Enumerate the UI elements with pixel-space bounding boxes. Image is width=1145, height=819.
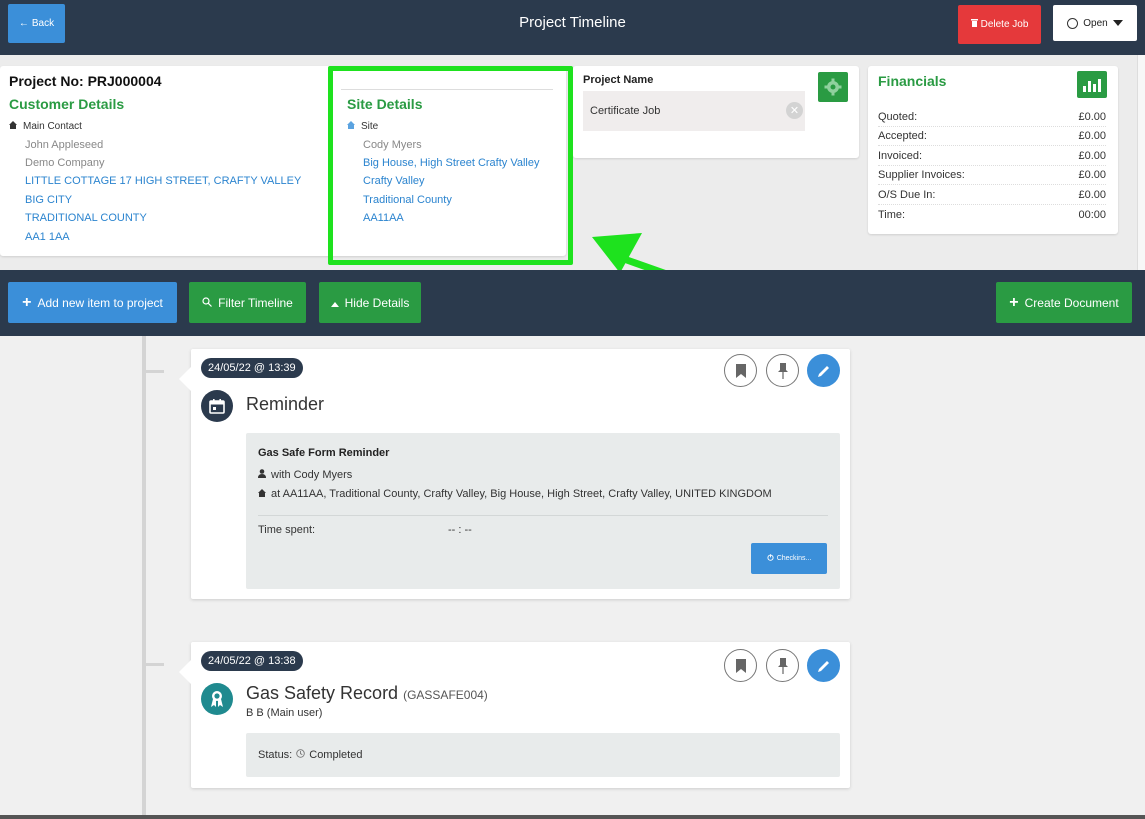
project-number: Project No: PRJ000004 xyxy=(9,73,162,89)
financials-title: Financials xyxy=(878,73,947,89)
date-badge: 24/05/22 @ 13:39 xyxy=(201,358,303,378)
home-icon xyxy=(9,121,17,132)
date-badge: 24/05/22 @ 13:38 xyxy=(201,651,303,671)
fin-row-invoiced: Invoiced: £0.00 xyxy=(878,147,1106,166)
edit-button[interactable] xyxy=(807,354,840,387)
reminder-title: Gas Safe Form Reminder xyxy=(258,447,390,459)
clock-icon xyxy=(296,749,305,761)
fin-row-quoted: Quoted: £0.00 xyxy=(878,108,1106,127)
bookmark-icon xyxy=(735,363,746,378)
customer-county-link[interactable]: TRADITIONAL COUNTY xyxy=(25,212,147,224)
customer-company: Demo Company xyxy=(25,157,105,169)
caret-up-icon xyxy=(330,296,339,310)
status-line: Status: Completed xyxy=(258,749,363,761)
trash-icon xyxy=(970,19,978,30)
add-item-button[interactable]: + Add new item to project xyxy=(8,282,177,323)
status-value: Completed xyxy=(309,749,363,761)
bookmark-icon xyxy=(735,658,746,673)
divider xyxy=(258,515,828,516)
pin-button[interactable] xyxy=(766,649,799,682)
timeline-tick xyxy=(146,663,164,666)
project-name-input[interactable]: Certificate Job xyxy=(583,91,805,131)
filter-timeline-button[interactable]: Filter Timeline xyxy=(189,282,306,323)
item-user: B B (Main user) xyxy=(246,707,323,719)
search-icon xyxy=(202,296,213,310)
gear-icon xyxy=(824,78,842,96)
customer-details-title: Customer Details xyxy=(9,96,125,112)
customer-address-link[interactable]: LITTLE COTTAGE 17 HIGH STREET, CRAFTY VA… xyxy=(25,175,301,187)
item-code: (GASSAFE004) xyxy=(403,688,488,702)
circle-icon xyxy=(1067,17,1079,29)
pin-button[interactable] xyxy=(766,354,799,387)
timeline-line xyxy=(142,336,146,819)
bookmark-button[interactable] xyxy=(724,649,757,682)
bar-chart-icon[interactable] xyxy=(1077,71,1107,98)
main-contact-label: Main Contact xyxy=(9,121,82,132)
site-details-highlight xyxy=(328,66,573,265)
time-spent-label: Time spent: xyxy=(258,524,316,536)
power-icon xyxy=(767,554,774,563)
reminder-location: at AA11AA, Traditional County, Crafty Va… xyxy=(258,488,772,500)
item-title: Gas Safety Record (GASSAFE004) xyxy=(246,683,488,703)
fin-row-time: Time: 00:00 xyxy=(878,208,1106,221)
plus-icon: + xyxy=(1009,293,1019,311)
time-spent-value: -- : -- xyxy=(448,524,472,536)
settings-button[interactable] xyxy=(818,72,848,102)
customer-postcode-link[interactable]: AA1 1AA xyxy=(25,231,70,243)
caret-down-icon xyxy=(1112,20,1123,26)
item-title: Reminder xyxy=(246,394,325,414)
fin-row-supplier-invoices: Supplier Invoices: £0.00 xyxy=(878,166,1106,185)
pencil-icon xyxy=(817,365,829,377)
user-icon xyxy=(258,469,266,481)
pin-icon xyxy=(777,362,788,379)
fin-row-os-due-in: O/S Due In: £0.00 xyxy=(878,186,1106,205)
home-icon xyxy=(258,488,266,500)
pin-icon xyxy=(777,657,788,674)
bookmark-button[interactable] xyxy=(724,354,757,387)
plus-icon: + xyxy=(22,293,32,311)
hide-details-button[interactable]: Hide Details xyxy=(319,282,421,323)
project-name-label: Project Name xyxy=(583,74,654,86)
timeline-tick xyxy=(146,370,164,373)
pencil-icon xyxy=(817,660,829,672)
details-scrollbar[interactable] xyxy=(1137,55,1145,270)
customer-name: John Appleseed xyxy=(25,139,104,151)
delete-job-button[interactable]: Delete Job xyxy=(958,5,1041,44)
edit-button[interactable] xyxy=(807,649,840,682)
reminder-with: with Cody Myers xyxy=(258,469,352,481)
clear-icon[interactable]: ✕ xyxy=(786,102,803,119)
fin-row-accepted: Accepted: £0.00 xyxy=(878,127,1106,146)
calendar-icon xyxy=(201,390,233,422)
checkins-button[interactable]: Checkins... xyxy=(751,543,827,574)
create-document-button[interactable]: + Create Document xyxy=(996,282,1132,323)
certificate-icon xyxy=(201,683,233,715)
status-dropdown[interactable]: Open xyxy=(1053,5,1137,41)
window-bottom-edge xyxy=(0,815,1145,819)
customer-city-link[interactable]: BIG CITY xyxy=(25,194,72,206)
